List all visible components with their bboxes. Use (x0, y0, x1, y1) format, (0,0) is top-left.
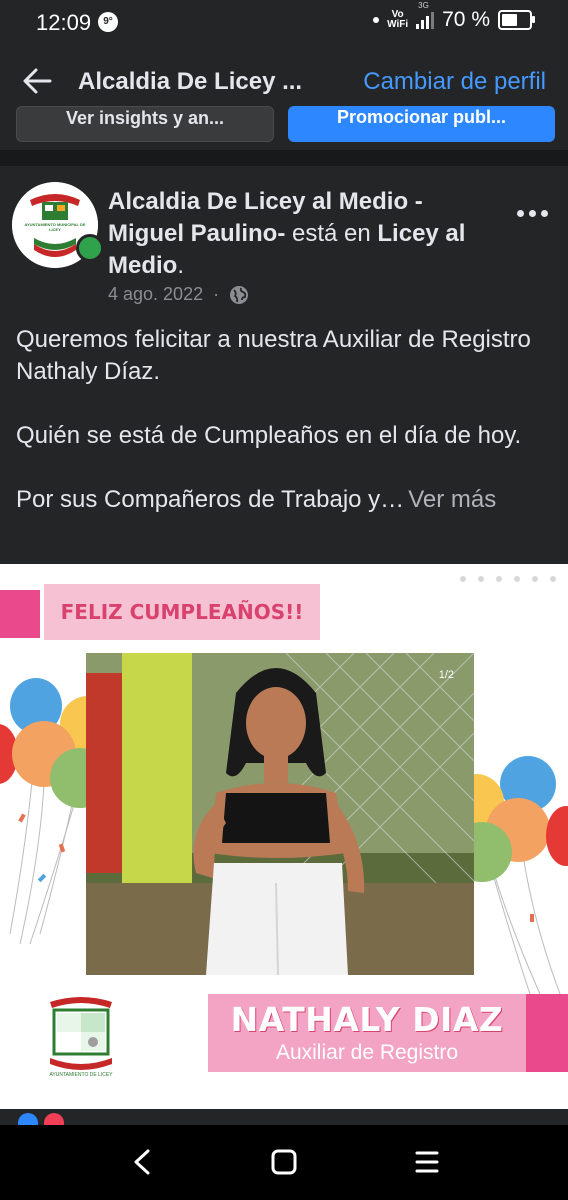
battery-percentage: 70 % (442, 8, 490, 31)
network-type: 3G (418, 1, 429, 10)
municipality-logo-icon (50, 997, 112, 1070)
logo-caption: AYUNTAMIENTO DE LICEY (49, 1072, 113, 1078)
post-body: Queremos felicitar a nuestra Auxiliar de… (16, 324, 552, 516)
see-more-link[interactable]: Ver más (408, 486, 496, 513)
notification-badge-icon: 9° (98, 12, 118, 32)
post-meta: 4 ago. 2022 · (108, 284, 249, 305)
person-name: NATHALY DIAZ (230, 1000, 504, 1039)
notification-dot-icon (373, 17, 380, 23)
vowifi-bottom: WiFi (387, 19, 409, 30)
photo-counter: 1/2 (438, 669, 454, 681)
back-arrow-icon[interactable] (20, 64, 54, 98)
page-title: Alcaldia De Licey ... (78, 68, 303, 95)
status-bar: 12:09 9° Vo WiFi 3G 70 % (0, 0, 568, 44)
post-card: AYUNTAMIENTO MUNICIPAL DE LICEY Alcaldia… (0, 166, 568, 564)
status-indicators: Vo WiFi 3G 70 % (373, 1, 535, 32)
action-buttons-row: Ver insights y an... Promocionar publ... (0, 106, 568, 148)
view-insights-button[interactable]: Ver insights y an... (16, 106, 274, 142)
post-date[interactable]: 4 ago. 2022 (108, 284, 203, 305)
pink-accent-right (526, 994, 568, 1072)
vowifi-indicator: Vo WiFi (387, 10, 408, 30)
reactions-bar[interactable] (0, 1109, 568, 1125)
birthday-banner: FELIZ CUMPLEAÑOS!! (44, 584, 320, 640)
globe-icon (230, 285, 249, 304)
post-photo[interactable]: FELIZ CUMPLEAÑOS!! 1/2 AYUNTAMIENTO DE L… (0, 564, 568, 1109)
decorative-dots (460, 576, 568, 582)
nav-home-icon[interactable] (270, 1147, 298, 1177)
avatar-logo-text: AYUNTAMIENTO MUNICIPAL DE LICEY (24, 222, 86, 232)
switch-profile-link[interactable]: Cambiar de perfil (363, 68, 546, 96)
status-time: 12:09 (36, 10, 92, 35)
section-divider (0, 150, 568, 166)
online-status-indicator (76, 234, 104, 262)
post-header-text: Alcaldia De Licey al Medio - Miguel Paul… (108, 186, 503, 282)
post-paragraph-1: Queremos felicitar a nuestra Auxiliar de… (16, 326, 531, 385)
more-options-icon[interactable] (517, 210, 548, 217)
post-paragraph-2: Quién se está de Cumpleaños en el día de… (16, 422, 522, 449)
nav-back-icon[interactable] (130, 1147, 154, 1177)
battery-icon (498, 10, 535, 30)
name-banner: NATHALY DIAZ Auxiliar de Registro (208, 994, 526, 1072)
pink-accent (0, 590, 40, 638)
post-paragraph-3: Por sus Compañeros de Trabajo y… (16, 486, 405, 513)
birthday-photo: 1/2 (86, 653, 474, 975)
reaction-icons (18, 1113, 64, 1125)
person-photo (86, 653, 474, 975)
promote-post-button[interactable]: Promocionar publ... (288, 106, 555, 142)
location-end: . (177, 252, 184, 279)
meta-separator: · (213, 284, 220, 304)
author-connector: está en (285, 220, 378, 247)
system-navigation-bar (0, 1125, 568, 1200)
post-paragraph-3-wrap: Por sus Compañeros de Trabajo y… Ver más (16, 484, 552, 516)
signal-icon: 3G (416, 1, 435, 29)
person-role: Auxiliar de Registro (275, 1041, 459, 1064)
nav-menu-icon[interactable] (414, 1147, 440, 1177)
